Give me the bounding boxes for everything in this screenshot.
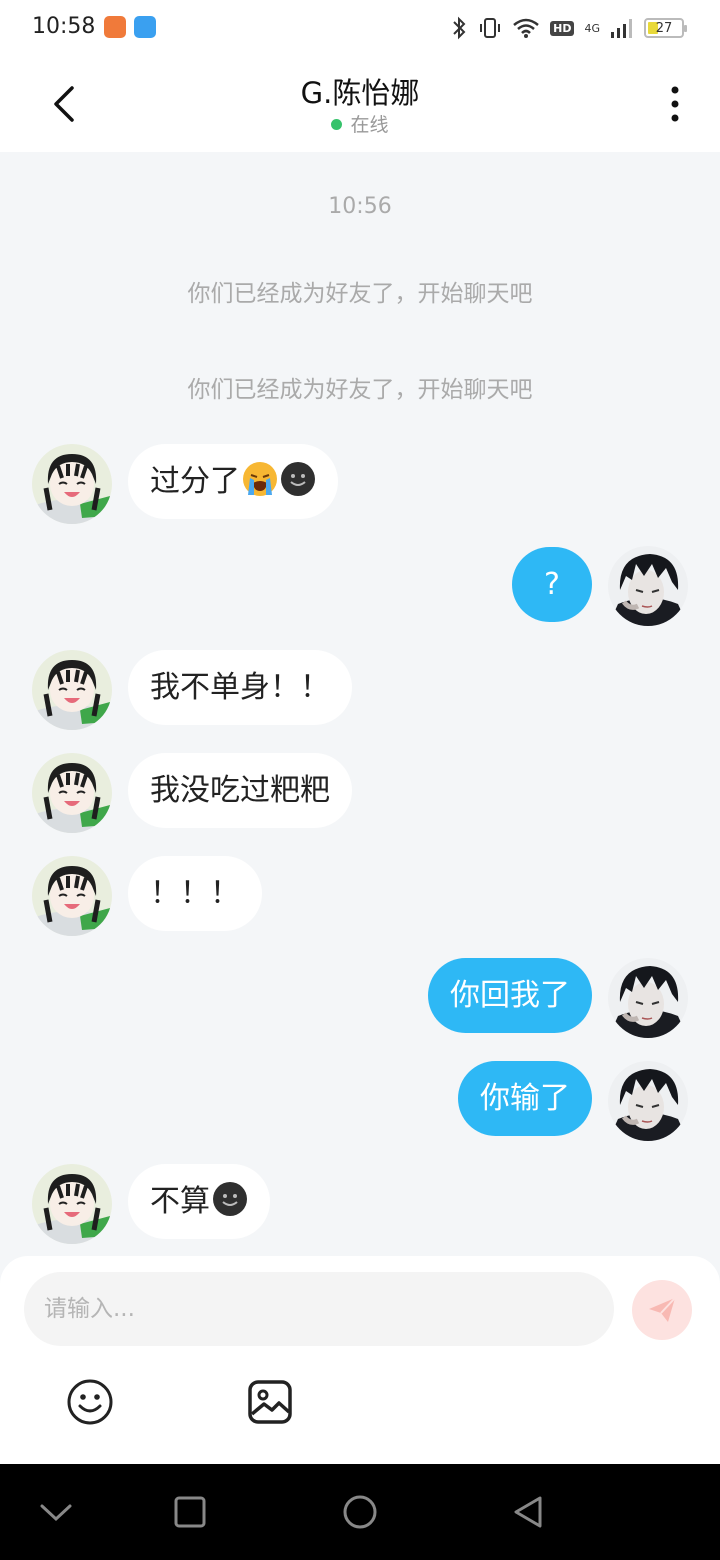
system-message: 你们已经成为好友了，开始聊天吧 — [187, 377, 533, 403]
message-text: 我没吃过粑粑 — [150, 773, 330, 808]
status-bar: 10:58 HD 4G 27 — [0, 0, 720, 56]
app-notification-icon — [104, 16, 126, 38]
battery-icon: 27 — [644, 18, 687, 38]
smiling-dark-emoji-icon — [212, 1181, 248, 1217]
emoji-icon[interactable] — [66, 1378, 114, 1426]
contact-avatar[interactable] — [32, 650, 112, 730]
online-dot-icon — [331, 119, 343, 130]
square-icon[interactable] — [170, 1492, 210, 1532]
chat-header: G.陈怡娜 在线 — [0, 56, 720, 152]
status-time: 10:58 — [32, 14, 96, 39]
message-input[interactable] — [24, 1272, 614, 1346]
contact-avatar[interactable] — [32, 856, 112, 936]
loudly-crying-emoji-icon — [242, 461, 278, 497]
message-text: 你输了 — [480, 1081, 570, 1116]
more-options-icon[interactable] — [660, 84, 690, 124]
online-status: 在线 — [0, 110, 720, 137]
message-bubble-outgoing[interactable]: 你回我了 — [428, 958, 592, 1033]
message-text: 不算 — [150, 1184, 210, 1219]
send-button[interactable] — [632, 1280, 692, 1340]
message-text: 我不单身！！ — [150, 670, 330, 705]
message-bubble-incoming[interactable]: 我不单身！！ — [128, 650, 352, 725]
smiling-dark-emoji-icon — [280, 461, 316, 497]
system-message: 你们已经成为好友了，开始聊天吧 — [187, 281, 533, 307]
chevron-down-icon[interactable] — [36, 1492, 76, 1532]
chat-timestamp: 10:56 — [328, 194, 392, 219]
contact-avatar[interactable] — [32, 753, 112, 833]
message-bubble-incoming[interactable]: ！！！ — [128, 856, 262, 931]
my-avatar[interactable] — [608, 546, 688, 626]
hd-badge: HD — [550, 20, 575, 36]
message-text: 你回我了 — [450, 978, 570, 1013]
bluetooth-icon — [453, 16, 466, 40]
status-indicators: HD 4G 27 — [450, 14, 687, 42]
message-list[interactable]: 10:56 你们已经成为好友了，开始聊天吧 你们已经成为好友了，开始聊天吧 过分… — [0, 152, 720, 1256]
composer-panel — [0, 1256, 720, 1464]
circle-icon[interactable] — [340, 1492, 380, 1532]
contact-name: G.陈怡娜 — [300, 76, 420, 110]
signal-icon — [611, 19, 632, 38]
image-icon[interactable] — [246, 1378, 294, 1426]
vibrate-icon — [480, 18, 501, 38]
contact-avatar[interactable] — [32, 444, 112, 524]
message-bubble-incoming[interactable]: 我没吃过粑粑 — [128, 753, 352, 828]
message-text: ！！！ — [150, 876, 240, 911]
paper-plane-icon — [649, 1297, 676, 1322]
message-text: 过分了 — [150, 464, 240, 499]
message-bubble-incoming[interactable]: 过分了 — [128, 444, 338, 519]
message-bubble-outgoing[interactable]: 你输了 — [458, 1061, 592, 1136]
message-text: ? — [544, 567, 560, 602]
shield-app-icon — [134, 16, 156, 38]
message-bubble-incoming[interactable]: 不算 — [128, 1164, 270, 1239]
message-bubble-outgoing[interactable]: ? — [512, 547, 592, 622]
system-nav-bar — [0, 1464, 720, 1560]
online-status-label: 在线 — [350, 114, 389, 136]
wifi-icon — [513, 18, 539, 38]
triangle-back-icon[interactable] — [508, 1492, 548, 1532]
my-avatar[interactable] — [608, 958, 688, 1038]
my-avatar[interactable] — [608, 1061, 688, 1141]
battery-level: 27 — [655, 20, 673, 36]
network-type: 4G — [584, 21, 600, 35]
contact-avatar[interactable] — [32, 1164, 112, 1244]
